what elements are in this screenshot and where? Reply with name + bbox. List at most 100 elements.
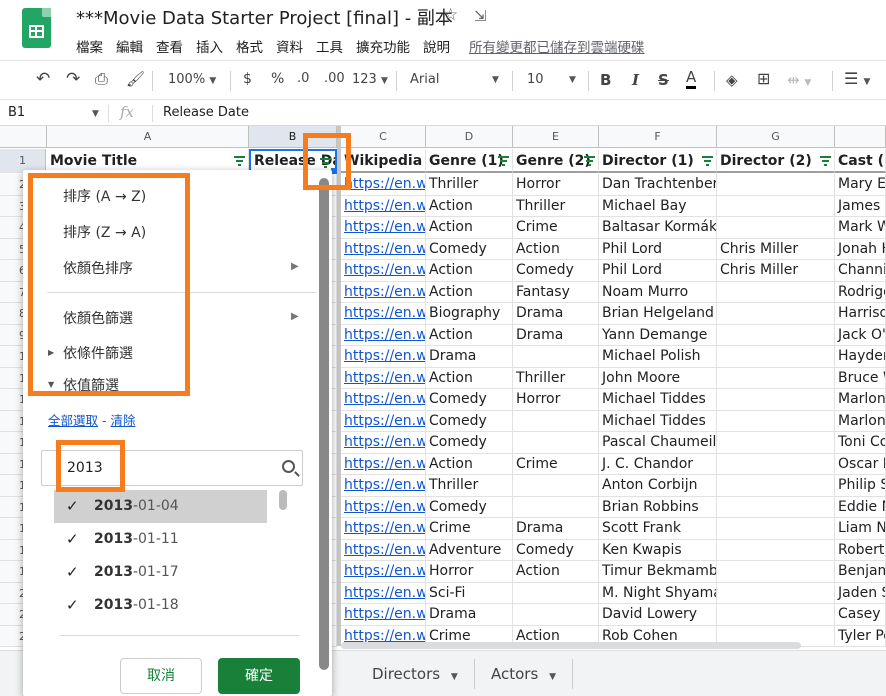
table-cell[interactable]: Jack O'C bbox=[835, 324, 886, 346]
font-size-select[interactable]: 10 ▼ bbox=[527, 72, 576, 87]
table-cell[interactable]: Jaden S bbox=[835, 582, 886, 604]
table-cell[interactable]: Jonah H bbox=[835, 238, 886, 260]
table-cell[interactable]: Action bbox=[426, 260, 513, 282]
horizontal-scrollbar[interactable] bbox=[341, 642, 801, 649]
table-cell[interactable] bbox=[717, 432, 835, 454]
cell-wikipedia-link[interactable]: https://en.wiki bbox=[341, 561, 426, 583]
merge-cells-icon[interactable]: ⇹ ▼ bbox=[787, 71, 811, 89]
table-cell[interactable]: Liam Ne bbox=[835, 518, 886, 540]
table-cell[interactable]: Fantasy bbox=[513, 281, 599, 303]
filter-icon[interactable] bbox=[820, 156, 831, 166]
table-cell[interactable]: Marlon W bbox=[835, 389, 886, 411]
name-box-caret-icon[interactable]: ▼ bbox=[92, 109, 99, 119]
table-cell[interactable]: Mark W bbox=[835, 217, 886, 239]
table-cell[interactable] bbox=[513, 432, 599, 454]
table-cell[interactable]: Philip S bbox=[835, 475, 886, 497]
table-cell[interactable]: Drama bbox=[513, 518, 599, 540]
menu-insert[interactable]: 插入 bbox=[196, 36, 223, 56]
table-cell[interactable]: Harrison bbox=[835, 303, 886, 325]
header-director-1[interactable]: Director (1) bbox=[599, 149, 717, 173]
column-header-h[interactable] bbox=[835, 126, 886, 148]
table-cell[interactable]: Pascal Chaumeil bbox=[599, 432, 717, 454]
table-cell[interactable]: J. C. Chandor bbox=[599, 453, 717, 475]
column-header-d[interactable]: D bbox=[426, 126, 513, 148]
table-cell[interactable]: James E bbox=[835, 195, 886, 217]
table-cell[interactable]: Robert R bbox=[835, 539, 886, 561]
cell-wikipedia-link[interactable]: https://en.wiki bbox=[341, 496, 426, 518]
table-cell[interactable]: Casey A bbox=[835, 604, 886, 626]
select-all-corner[interactable] bbox=[0, 126, 47, 148]
cell-wikipedia-link[interactable]: https://en.wiki bbox=[341, 453, 426, 475]
table-cell[interactable]: Scott Frank bbox=[599, 518, 717, 540]
table-cell[interactable]: Drama bbox=[513, 324, 599, 346]
table-cell[interactable]: Ken Kwapis bbox=[599, 539, 717, 561]
table-cell[interactable]: Noam Murro bbox=[599, 281, 717, 303]
table-cell[interactable] bbox=[717, 217, 835, 239]
table-cell[interactable] bbox=[717, 367, 835, 389]
table-cell[interactable]: Dan Trachtenberg bbox=[599, 174, 717, 196]
ok-button[interactable]: 確定 bbox=[218, 658, 300, 694]
header-genre-1[interactable]: Genre (1) bbox=[426, 149, 513, 173]
checkmark-icon[interactable]: ✓ bbox=[66, 523, 79, 556]
table-cell[interactable]: Action bbox=[426, 281, 513, 303]
table-cell[interactable] bbox=[717, 174, 835, 196]
table-cell[interactable]: Drama bbox=[513, 303, 599, 325]
value-option[interactable]: ✓ 2013-01-17 bbox=[54, 556, 267, 589]
table-cell[interactable]: Adventure bbox=[426, 539, 513, 561]
clear-link[interactable]: 清除 bbox=[110, 413, 135, 428]
table-cell[interactable] bbox=[513, 346, 599, 368]
cell-wikipedia-link[interactable]: https://en.wiki bbox=[341, 195, 426, 217]
popup-scrollbar[interactable] bbox=[319, 178, 329, 670]
cell-wikipedia-link[interactable]: https://en.wiki bbox=[341, 303, 426, 325]
table-cell[interactable]: David Lowery bbox=[599, 604, 717, 626]
table-cell[interactable]: Baltasar Kormákur bbox=[599, 217, 717, 239]
table-cell[interactable] bbox=[717, 496, 835, 518]
table-cell[interactable]: Horror bbox=[513, 389, 599, 411]
table-cell[interactable]: Brian Helgeland bbox=[599, 303, 717, 325]
table-cell[interactable] bbox=[513, 604, 599, 626]
table-cell[interactable] bbox=[513, 496, 599, 518]
table-cell[interactable]: Tyler Pe bbox=[835, 625, 886, 647]
star-icon[interactable]: ☆ bbox=[443, 5, 458, 25]
cell-wikipedia-link[interactable]: https://en.wiki bbox=[341, 432, 426, 454]
table-cell[interactable]: Rodrigo bbox=[835, 281, 886, 303]
table-cell[interactable] bbox=[717, 561, 835, 583]
table-cell[interactable]: Bruce W bbox=[835, 367, 886, 389]
table-cell[interactable]: Chris Miller bbox=[717, 260, 835, 282]
select-all-link[interactable]: 全部選取 bbox=[48, 413, 98, 428]
column-header-g[interactable]: G bbox=[717, 126, 835, 148]
fill-color-icon[interactable]: ◈ bbox=[726, 71, 738, 89]
table-cell[interactable] bbox=[717, 475, 835, 497]
table-cell[interactable] bbox=[717, 604, 835, 626]
menu-extensions[interactable]: 擴充功能 bbox=[356, 36, 410, 56]
table-cell[interactable]: Comedy bbox=[426, 496, 513, 518]
table-cell[interactable]: Eddie M bbox=[835, 496, 886, 518]
decrease-decimal-button[interactable]: .0 bbox=[297, 71, 309, 86]
table-cell[interactable]: Michael Polish bbox=[599, 346, 717, 368]
table-cell[interactable]: Crime bbox=[513, 217, 599, 239]
table-cell[interactable] bbox=[513, 410, 599, 432]
menu-format[interactable]: 格式 bbox=[236, 36, 263, 56]
table-cell[interactable]: Comedy bbox=[426, 432, 513, 454]
menu-view[interactable]: 查看 bbox=[156, 36, 183, 56]
column-header-e[interactable]: E bbox=[513, 126, 599, 148]
table-cell[interactable]: Thriller bbox=[426, 475, 513, 497]
header-genre-2[interactable]: Genre (2) bbox=[513, 149, 599, 173]
increase-decimal-button[interactable]: .00 bbox=[324, 71, 345, 86]
table-cell[interactable]: Michael Tiddes bbox=[599, 389, 717, 411]
filter-icon[interactable] bbox=[498, 156, 509, 166]
table-cell[interactable] bbox=[717, 195, 835, 217]
cell-wikipedia-link[interactable]: https://en.wiki bbox=[341, 238, 426, 260]
filter-icon[interactable] bbox=[702, 156, 713, 166]
cell-wikipedia-link[interactable]: https://en.wiki bbox=[341, 410, 426, 432]
menu-file[interactable]: 檔案 bbox=[76, 36, 103, 56]
table-cell[interactable] bbox=[717, 281, 835, 303]
table-cell[interactable]: Comedy bbox=[426, 410, 513, 432]
table-cell[interactable]: Horror bbox=[426, 561, 513, 583]
table-cell[interactable]: John Moore bbox=[599, 367, 717, 389]
table-cell[interactable]: Action bbox=[513, 238, 599, 260]
cell-wikipedia-link[interactable]: https://en.wiki bbox=[341, 281, 426, 303]
cell-wikipedia-link[interactable]: https://en.wiki bbox=[341, 518, 426, 540]
text-color-button[interactable]: A bbox=[686, 68, 697, 89]
checkmark-icon[interactable]: ✓ bbox=[66, 490, 79, 523]
